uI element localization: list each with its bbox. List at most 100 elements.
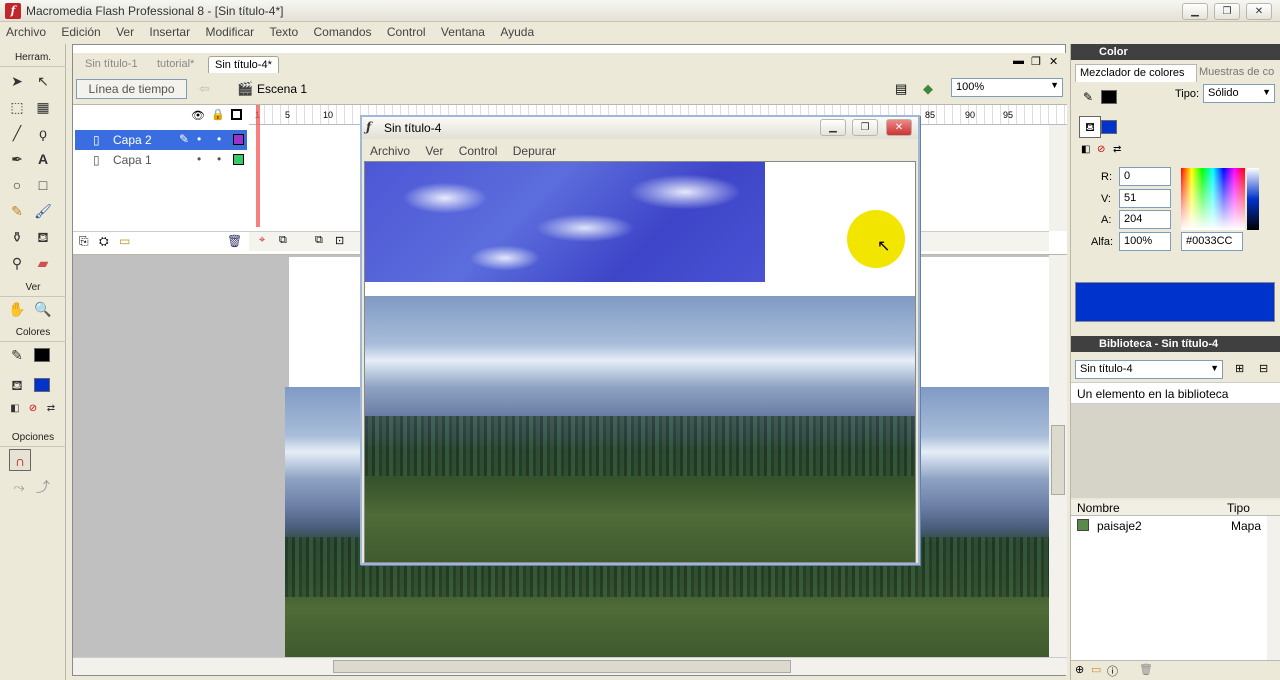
popup-menu-control[interactable]: Control: [453, 141, 504, 161]
tab-muestras[interactable]: Muestras de co: [1199, 66, 1279, 78]
new-folder-icon[interactable]: ▭: [1091, 663, 1101, 676]
new-library-panel-icon[interactable]: ⊞: [1235, 362, 1244, 375]
edit-scene-icon[interactable]: ▤: [895, 81, 907, 97]
menu-comandos[interactable]: Comandos: [308, 22, 378, 42]
stage-vscroll[interactable]: [1049, 255, 1067, 657]
lasso-tool-icon[interactable]: ϙ: [32, 122, 54, 144]
layer-row-capa-2[interactable]: ▯ Capa 2 ✎ • •: [75, 130, 247, 150]
timeline-toggle-button[interactable]: Línea de tiempo: [76, 79, 187, 99]
fill-bucket-icon[interactable]: ⛾: [1079, 116, 1101, 138]
brightness-slider[interactable]: [1247, 168, 1259, 230]
zoom-select[interactable]: 100% ▼: [951, 78, 1063, 97]
tab-mezclador[interactable]: Mezclador de colores: [1075, 64, 1197, 82]
paint-bucket-tool-icon[interactable]: ⛾: [32, 226, 54, 248]
swap-icon[interactable]: ⇄: [1113, 144, 1121, 155]
visibility-dot[interactable]: •: [197, 132, 201, 146]
tab-tutorial[interactable]: tutorial*: [151, 56, 200, 73]
b-input[interactable]: 204: [1119, 210, 1171, 229]
layer-color-box[interactable]: [233, 134, 244, 145]
library-doc-select[interactable]: Sin título-4 ▼: [1075, 360, 1223, 379]
line-tool-icon[interactable]: ╱: [6, 122, 28, 144]
movie-canvas[interactable]: ↖: [364, 161, 916, 563]
fill-swatch[interactable]: [1101, 120, 1117, 134]
type-select[interactable]: Sólido ▼: [1203, 84, 1275, 103]
popup-menu-ver[interactable]: Ver: [419, 141, 449, 161]
popup-close-button[interactable]: ✕: [886, 119, 912, 136]
menu-modificar[interactable]: Modificar: [199, 22, 260, 42]
minimize-button[interactable]: ▁: [1182, 3, 1208, 20]
eye-icon[interactable]: 👁: [191, 109, 205, 122]
pencil-tool-icon[interactable]: ✎: [6, 200, 28, 222]
library-item-row[interactable]: paisaje2 Mapa: [1071, 516, 1267, 536]
insert-folder-icon[interactable]: ▭: [119, 234, 130, 248]
layer-row-capa-1[interactable]: ▯ Capa 1 • •: [75, 150, 247, 170]
doc-minimize-icon[interactable]: ▬: [1013, 55, 1024, 67]
lock-dot[interactable]: •: [217, 152, 221, 166]
alpha-input[interactable]: 100%: [1119, 232, 1171, 251]
brush-tool-icon[interactable]: 🖌: [32, 200, 54, 222]
doc-close-icon[interactable]: ✕: [1049, 55, 1058, 68]
playhead[interactable]: [256, 105, 260, 227]
column-nombre[interactable]: Nombre: [1077, 501, 1120, 515]
hand-tool-icon[interactable]: ✋: [6, 298, 28, 320]
visibility-dot[interactable]: •: [197, 152, 201, 166]
hex-input[interactable]: #0033CC: [1181, 232, 1243, 251]
pen-tool-icon[interactable]: ✒: [6, 148, 28, 170]
tab-sin-titulo-1[interactable]: Sin título-1: [79, 56, 144, 73]
straighten-icon[interactable]: ⤴: [32, 476, 54, 498]
popup-menu-archivo[interactable]: Archivo: [364, 141, 416, 161]
popup-maximize-button[interactable]: ❐: [852, 119, 878, 136]
menu-ventana[interactable]: Ventana: [435, 22, 491, 42]
library-panel-header[interactable]: Biblioteca - Sin título-4: [1071, 336, 1280, 352]
eyedropper-tool-icon[interactable]: ⚲: [6, 252, 28, 274]
oval-tool-icon[interactable]: ○: [6, 174, 28, 196]
delete-layer-icon[interactable]: 🗑: [227, 234, 242, 248]
layer-color-box[interactable]: [233, 154, 244, 165]
menu-ayuda[interactable]: Ayuda: [494, 22, 540, 42]
delete-icon[interactable]: 🗑: [1139, 663, 1153, 676]
bw-icon[interactable]: ◧: [1081, 144, 1090, 155]
menu-archivo[interactable]: Archivo: [0, 22, 52, 42]
color-panel-header[interactable]: Color: [1071, 44, 1280, 60]
subselection-tool-icon[interactable]: ↖: [32, 70, 54, 92]
menu-texto[interactable]: Texto: [263, 22, 304, 42]
library-list[interactable]: [1071, 536, 1267, 660]
r-input[interactable]: 0: [1119, 167, 1171, 186]
menu-edicion[interactable]: Edición: [55, 22, 106, 42]
fill-transform-tool-icon[interactable]: ▦: [32, 96, 54, 118]
properties-icon[interactable]: ⓘ: [1107, 663, 1118, 679]
edit-multiple-frames-icon[interactable]: ⊡: [335, 234, 344, 247]
menu-ver[interactable]: Ver: [110, 22, 140, 42]
hscroll-thumb[interactable]: [333, 660, 791, 673]
eraser-tool-icon[interactable]: ▰: [32, 252, 54, 274]
stage-hscroll[interactable]: [73, 657, 1067, 675]
edit-symbols-icon[interactable]: ◆: [923, 81, 933, 97]
maximize-button[interactable]: ❐: [1214, 3, 1240, 20]
color-spectrum[interactable]: [1181, 168, 1245, 230]
lock-icon[interactable]: 🔒: [211, 108, 225, 121]
snap-magnet-icon[interactable]: ∩: [9, 449, 31, 471]
rectangle-tool-icon[interactable]: □: [32, 174, 54, 196]
center-frame-icon[interactable]: ⌖: [259, 234, 265, 247]
menu-control[interactable]: Control: [381, 22, 432, 42]
vscroll-thumb[interactable]: [1051, 425, 1065, 495]
back-arrow-icon[interactable]: ⇦: [199, 81, 210, 97]
g-input[interactable]: 51: [1119, 189, 1171, 208]
outline-icon[interactable]: [231, 109, 242, 120]
timeline-vscroll[interactable]: [1049, 125, 1067, 231]
stroke-color-swatch[interactable]: [34, 348, 50, 362]
menu-insertar[interactable]: Insertar: [143, 22, 196, 42]
tab-sin-titulo-4[interactable]: Sin título-4*: [208, 56, 279, 73]
nocolor-icon[interactable]: ⊘: [1097, 144, 1105, 155]
free-transform-tool-icon[interactable]: ⬚: [6, 96, 28, 118]
lock-dot[interactable]: •: [217, 132, 221, 146]
new-symbol-icon[interactable]: ⊕: [1075, 663, 1084, 676]
onion-skin-icon[interactable]: ⧉: [279, 234, 287, 247]
doc-restore-icon[interactable]: ❐: [1031, 55, 1041, 68]
swap-colors-icon[interactable]: ⇄: [40, 398, 62, 420]
column-tipo[interactable]: Tipo: [1227, 501, 1250, 515]
zoom-tool-icon[interactable]: 🔍: [32, 298, 54, 320]
insert-layer-icon[interactable]: ⎘: [79, 234, 89, 249]
close-button[interactable]: ✕: [1246, 3, 1272, 20]
fill-color-swatch[interactable]: [34, 378, 50, 392]
